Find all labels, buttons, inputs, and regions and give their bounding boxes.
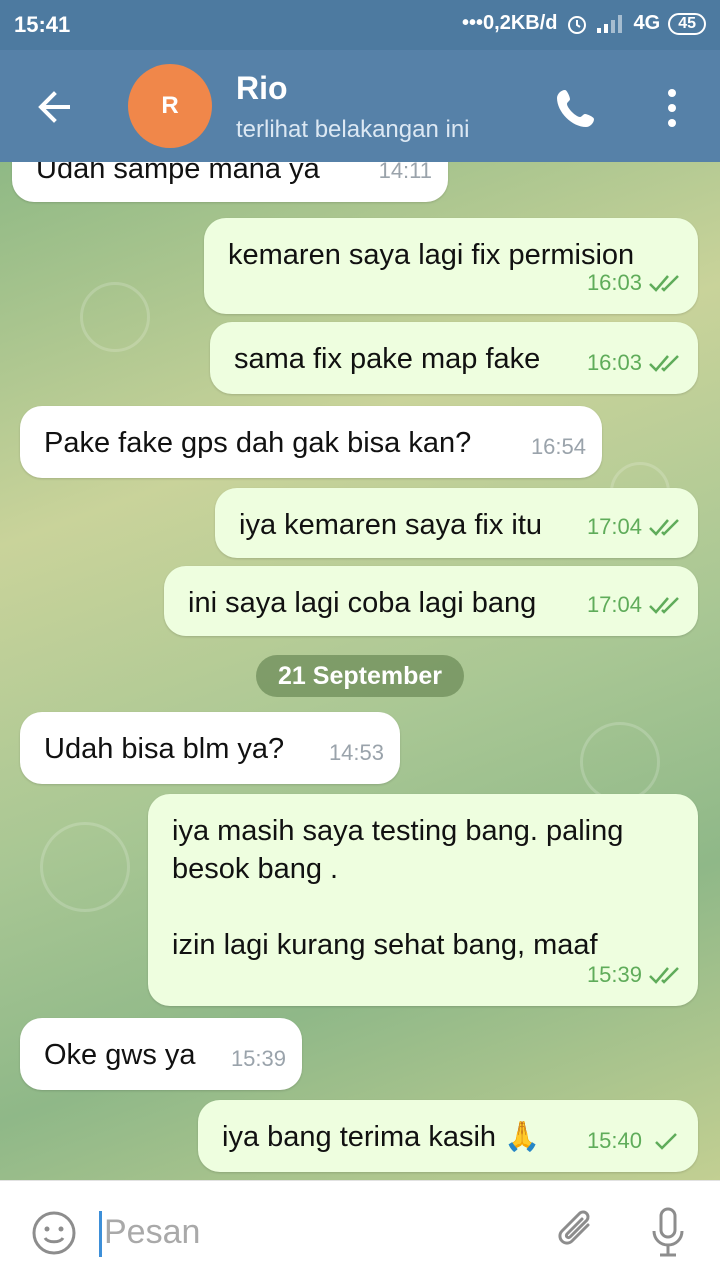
message-bubble-outgoing[interactable]: iya kemaren saya fix itu 17:04: [215, 488, 698, 558]
status-right: •••0,2KB/d 4G 45: [462, 12, 706, 35]
signal-icon: [596, 14, 622, 33]
attach-icon: [558, 1210, 590, 1245]
call-button[interactable]: [552, 84, 600, 132]
phone-icon: [557, 90, 594, 127]
back-arrow-icon: [38, 91, 70, 123]
message-bubble-outgoing[interactable]: kemaren saya lagi fix permision 16:03: [204, 218, 698, 314]
message-text: iya masih saya testing bang. paling beso…: [172, 815, 624, 961]
message-time: 15:40: [586, 1128, 642, 1153]
last-seen-status: terlihat belakangan ini: [236, 116, 470, 143]
alarm-icon: [567, 15, 586, 34]
message-time: 14:11: [378, 162, 432, 183]
message-text: kemaren saya lagi fix permision: [228, 239, 635, 271]
message-time: 15:39: [586, 962, 642, 987]
message-bubble-outgoing[interactable]: sama fix pake map fake 16:03: [210, 322, 698, 394]
message-meta: 16:54: [531, 428, 586, 466]
double-check-icon: [649, 275, 679, 292]
status-bar: 15:41 •••0,2KB/d 4G 45: [0, 0, 720, 50]
message-bubble-outgoing[interactable]: iya masih saya testing bang. paling beso…: [148, 794, 698, 1006]
background-doodle: [40, 822, 130, 912]
message-text: Pake fake gps dah gak bisa kan?: [44, 427, 472, 459]
message-meta: 16:03: [587, 264, 682, 302]
message-time: 15:39: [230, 1046, 286, 1071]
message-text: sama fix pake map fake: [234, 343, 541, 375]
double-check-icon: [649, 519, 679, 536]
message-meta: 15:39: [587, 956, 682, 994]
message-time: 16:03: [586, 350, 642, 375]
avatar[interactable]: R: [128, 64, 212, 148]
attach-button[interactable]: [552, 1205, 600, 1257]
message-time: 14:53: [328, 740, 384, 765]
background-doodle: [80, 282, 150, 352]
message-text: Oke gws ya: [44, 1039, 196, 1071]
more-options-button[interactable]: [658, 84, 686, 132]
battery-indicator: 45: [668, 12, 706, 35]
message-text: iya kemaren saya fix itu: [239, 509, 543, 541]
mic-button[interactable]: [648, 1205, 688, 1259]
message-bubble-outgoing[interactable]: ini saya lagi coba lagi bang 17:04: [164, 566, 698, 636]
network-type: 4G: [633, 12, 661, 34]
network-speed: •••0,2KB/d: [462, 12, 558, 34]
message-meta: 15:40: [587, 1122, 682, 1160]
message-bubble-incoming[interactable]: Udah bisa blm ya? 14:53: [20, 712, 400, 784]
mic-icon: [652, 1207, 684, 1257]
message-meta: 15:39: [231, 1040, 286, 1078]
status-time: 15:41: [14, 12, 71, 37]
message-meta: 14:53: [329, 734, 384, 772]
message-input-bar: [0, 1180, 720, 1280]
message-meta: 17:04: [587, 508, 682, 546]
message-meta: 16:03: [587, 344, 682, 382]
message-text: Udah bisa blm ya?: [44, 733, 285, 765]
contact-name[interactable]: Rio: [236, 70, 288, 107]
date-separator: 21 September: [256, 655, 464, 697]
message-bubble-incoming[interactable]: Pake fake gps dah gak bisa kan? 16:54: [20, 406, 602, 478]
message-input[interactable]: [104, 1207, 524, 1257]
message-bubble-incoming[interactable]: Oke gws ya 15:39: [20, 1018, 302, 1090]
message-meta: 17:04: [587, 586, 682, 624]
background-doodle: [580, 722, 660, 802]
chat-header: R Rio terlihat belakangan ini: [0, 50, 720, 162]
double-check-icon: [649, 597, 679, 614]
message-text: iya bang terima kasih 🙏: [222, 1121, 541, 1153]
emoji-icon: [32, 1211, 76, 1255]
message-time: 16:54: [530, 434, 586, 459]
message-text: ini saya lagi coba lagi bang: [188, 587, 537, 619]
message-time: 17:04: [586, 514, 642, 539]
message-meta: 14:11: [379, 162, 432, 190]
more-vertical-icon: [668, 89, 676, 127]
message-text: Udah sampe mana ya: [36, 162, 320, 185]
message-time: 16:03: [586, 270, 642, 295]
single-check-icon: [655, 1133, 677, 1150]
message-time: 17:04: [586, 592, 642, 617]
message-bubble-incoming[interactable]: Udah sampe mana ya 14:11: [12, 162, 448, 202]
back-button[interactable]: [28, 80, 82, 134]
chat-area[interactable]: Udah sampe mana ya 14:11 kemaren saya la…: [0, 162, 720, 1180]
double-check-icon: [649, 967, 679, 984]
message-bubble-outgoing[interactable]: iya bang terima kasih 🙏 15:40: [198, 1100, 698, 1172]
emoji-button[interactable]: [30, 1209, 78, 1257]
double-check-icon: [649, 355, 679, 372]
text-cursor: [99, 1211, 102, 1257]
